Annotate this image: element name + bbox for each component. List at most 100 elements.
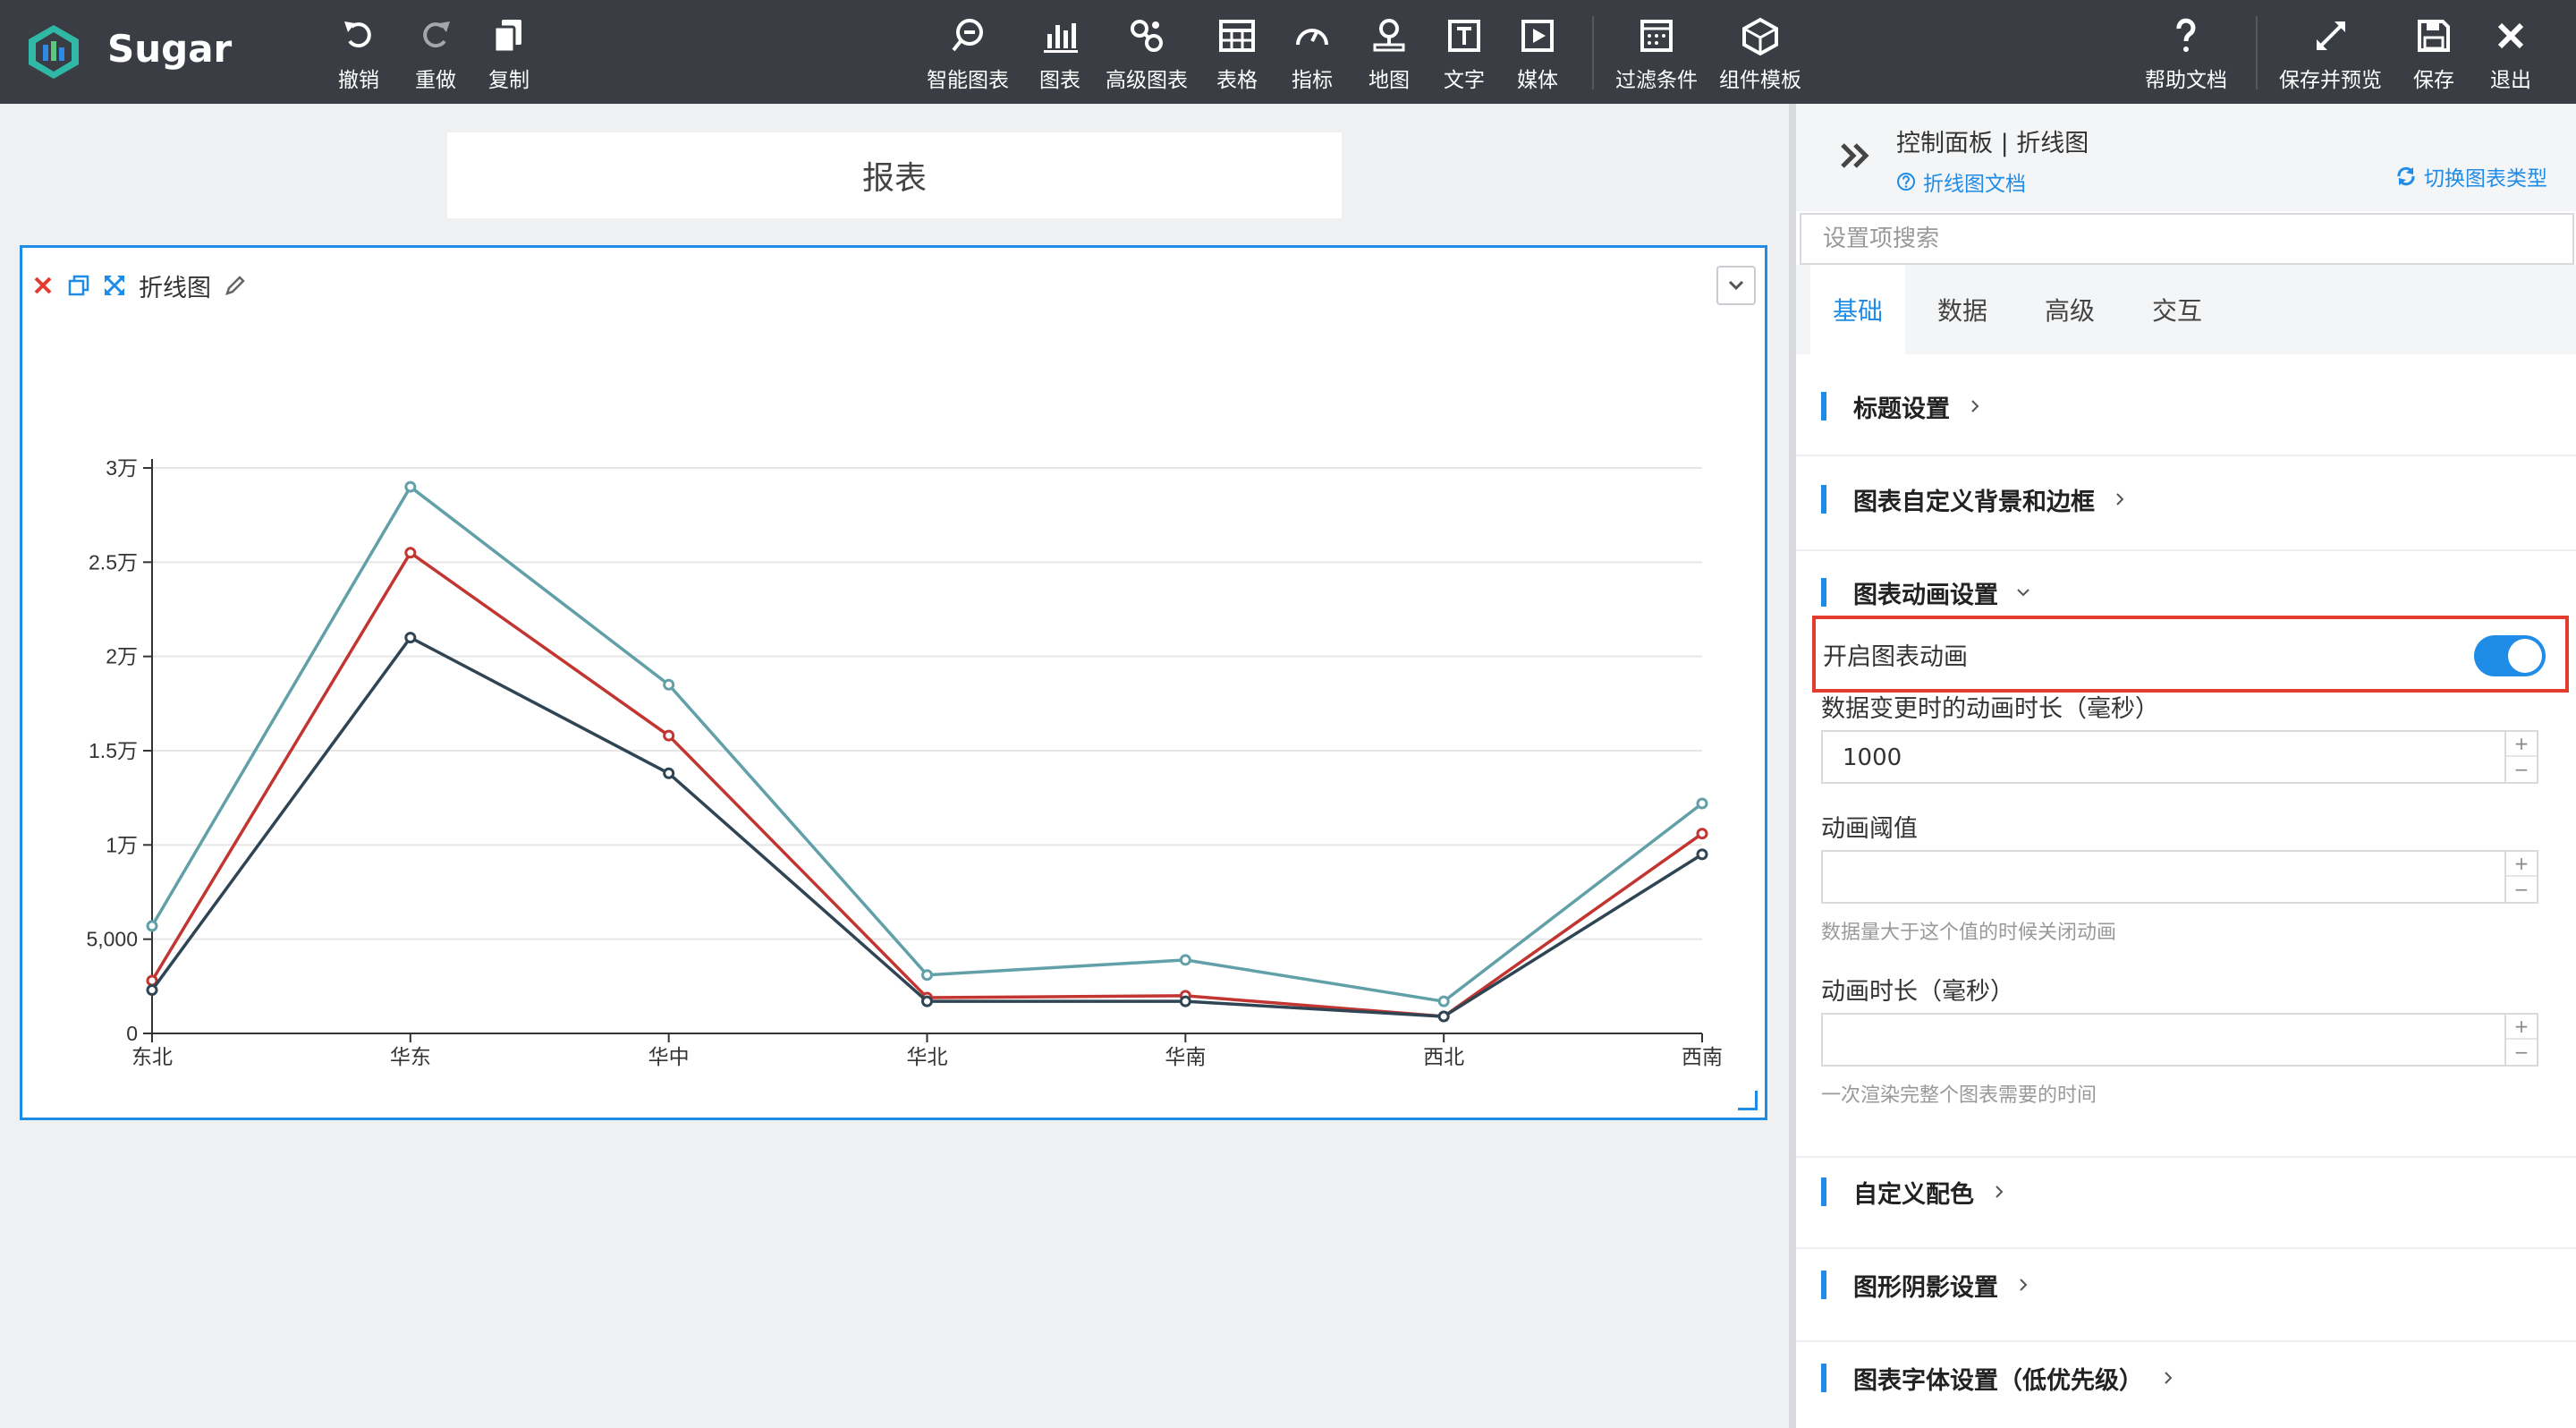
enable-animation-toggle[interactable]: [2474, 635, 2546, 676]
duration-input[interactable]: + −: [1821, 1013, 2538, 1067]
increment-button[interactable]: +: [2506, 852, 2537, 877]
line-chart-widget[interactable]: 05,0001万1.5万2万2.5万3万东北华东华中华北华南西北西南价格成本销售…: [20, 245, 1767, 1120]
section-marker: [1821, 1271, 1826, 1299]
data-point: [663, 678, 675, 691]
widget-menu-dropdown[interactable]: [1716, 266, 1756, 305]
enable-animation-label: 开启图表动画: [1823, 643, 1968, 671]
chevron-right-icon: [2020, 1279, 2028, 1291]
tab-interaction[interactable]: 交互: [2132, 265, 2222, 354]
smart-chart-button[interactable]: 智能图表: [927, 16, 1009, 93]
x-tick-label: 华北: [907, 1045, 948, 1068]
panel-header: 控制面板 | 折线图 折线图文档 切换图表类型: [1796, 104, 2576, 211]
data-point: [1437, 1010, 1450, 1023]
decrement-button[interactable]: −: [2506, 1040, 2537, 1065]
help-icon: [2176, 18, 2196, 52]
tab-basic[interactable]: 基础: [1810, 265, 1905, 354]
section-marker: [1821, 1364, 1826, 1392]
update-duration-value: 1000: [1843, 744, 1902, 771]
undo-icon: [344, 21, 371, 48]
data-point: [663, 767, 675, 779]
redo-icon: [423, 21, 450, 48]
tab-advanced[interactable]: 高级: [2025, 265, 2114, 354]
data-point: [921, 995, 933, 1007]
tab-data[interactable]: 数据: [1918, 265, 2007, 354]
report-title[interactable]: 报表: [447, 132, 1342, 218]
number-stepper: + −: [2504, 852, 2537, 902]
help-doc-button[interactable]: 帮助文档: [2145, 16, 2227, 93]
decrement-button[interactable]: −: [2506, 757, 2537, 782]
panel-tabs: 基础 数据 高级 交互: [1796, 265, 2576, 354]
switch-chart-type-link[interactable]: 切换图表类型: [2395, 161, 2547, 191]
y-tick-label: 0: [126, 1022, 138, 1045]
undo-button[interactable]: 撤销: [338, 16, 379, 93]
toolbar-divider: [1592, 16, 1594, 89]
data-point: [404, 480, 417, 493]
y-tick-label: 2.5万: [89, 550, 138, 574]
indicator-button[interactable]: 指标: [1292, 16, 1333, 93]
series-line: [150, 484, 1704, 1004]
section-animation[interactable]: 图表动画设置: [1821, 574, 2032, 610]
data-point: [1696, 828, 1708, 840]
text-button[interactable]: 文字: [1444, 16, 1485, 93]
template-button[interactable]: 组件模板: [1719, 16, 1801, 93]
double-chevron-right-icon[interactable]: [1835, 136, 1875, 175]
series-line: [150, 550, 1704, 1018]
threshold-label: 动画阈值: [1821, 815, 1918, 843]
animation-toggle-row: 开启图表动画: [1812, 616, 2569, 693]
section-title-settings[interactable]: 标题设置: [1821, 388, 1984, 424]
duration-label: 动画时长（毫秒）: [1821, 978, 2014, 1006]
update-duration-input[interactable]: 1000 + −: [1821, 730, 2538, 784]
save-preview-button[interactable]: 保存并预览: [2279, 16, 2382, 93]
widget-title: 折线图: [139, 274, 211, 302]
panel-title: 控制面板 | 折线图: [1896, 130, 2089, 157]
data-point: [663, 729, 675, 742]
exit-button[interactable]: 退出: [2490, 16, 2531, 93]
duplicate-icon[interactable]: [67, 274, 90, 297]
update-duration-label: 数据变更时的动画时长（毫秒）: [1821, 695, 2159, 723]
map-button[interactable]: 地图: [1368, 16, 1410, 93]
delete-icon[interactable]: [31, 274, 55, 297]
filter-button[interactable]: 过滤条件: [1615, 16, 1698, 93]
chevron-down-icon: [2017, 589, 2029, 597]
chart-doc-link[interactable]: 折线图文档: [1896, 166, 2026, 197]
section-marker: [1821, 392, 1826, 421]
section-shadow[interactable]: 图形阴影设置: [1821, 1267, 2032, 1303]
edit-icon[interactable]: [224, 274, 247, 297]
chevron-right-icon: [1996, 1186, 2004, 1198]
advanced-chart-button[interactable]: 高级图表: [1106, 16, 1188, 93]
section-divider: [1796, 1156, 2576, 1158]
save-button[interactable]: 保存: [2413, 16, 2454, 93]
media-button[interactable]: 媒体: [1517, 16, 1558, 93]
resize-handle[interactable]: [1738, 1091, 1758, 1110]
y-tick-label: 2万: [106, 645, 138, 668]
section-divider: [1796, 455, 2576, 456]
section-font[interactable]: 图表字体设置（低优先级）: [1821, 1360, 2177, 1396]
redo-button[interactable]: 重做: [415, 16, 456, 93]
section-divider: [1796, 549, 2576, 551]
line-chart: 05,0001万1.5万2万2.5万3万东北华东华中华北华南西北西南价格成本销售…: [86, 456, 1723, 1068]
increment-button[interactable]: +: [2506, 732, 2537, 757]
data-point: [1179, 995, 1191, 1007]
section-marker: [1821, 1177, 1826, 1206]
section-background-border[interactable]: 图表自定义背景和边框: [1821, 481, 2129, 517]
increment-button[interactable]: +: [2506, 1015, 2537, 1040]
widget-header: 折线图: [31, 269, 247, 302]
fullscreen-icon[interactable]: [103, 274, 126, 297]
copy-button[interactable]: 复制: [488, 16, 530, 93]
text-icon: [1448, 20, 1480, 52]
y-tick-label: 1万: [106, 833, 138, 856]
data-point: [1437, 995, 1450, 1007]
table-button[interactable]: 表格: [1216, 16, 1258, 93]
section-marker: [1821, 485, 1826, 514]
section-custom-colors[interactable]: 自定义配色: [1821, 1174, 2008, 1210]
y-tick-label: 3万: [106, 456, 138, 480]
x-tick-label: 西南: [1682, 1045, 1723, 1068]
chevron-down-icon: [1728, 280, 1744, 291]
number-stepper: + −: [2504, 732, 2537, 782]
media-icon: [1521, 20, 1554, 52]
threshold-input[interactable]: + −: [1821, 850, 2538, 904]
threshold-hint: 数据量大于这个值的时候关闭动画: [1821, 922, 2117, 944]
chart-button[interactable]: 图表: [1039, 16, 1080, 93]
decrement-button[interactable]: −: [2506, 877, 2537, 902]
settings-search-input[interactable]: [1800, 213, 2574, 265]
